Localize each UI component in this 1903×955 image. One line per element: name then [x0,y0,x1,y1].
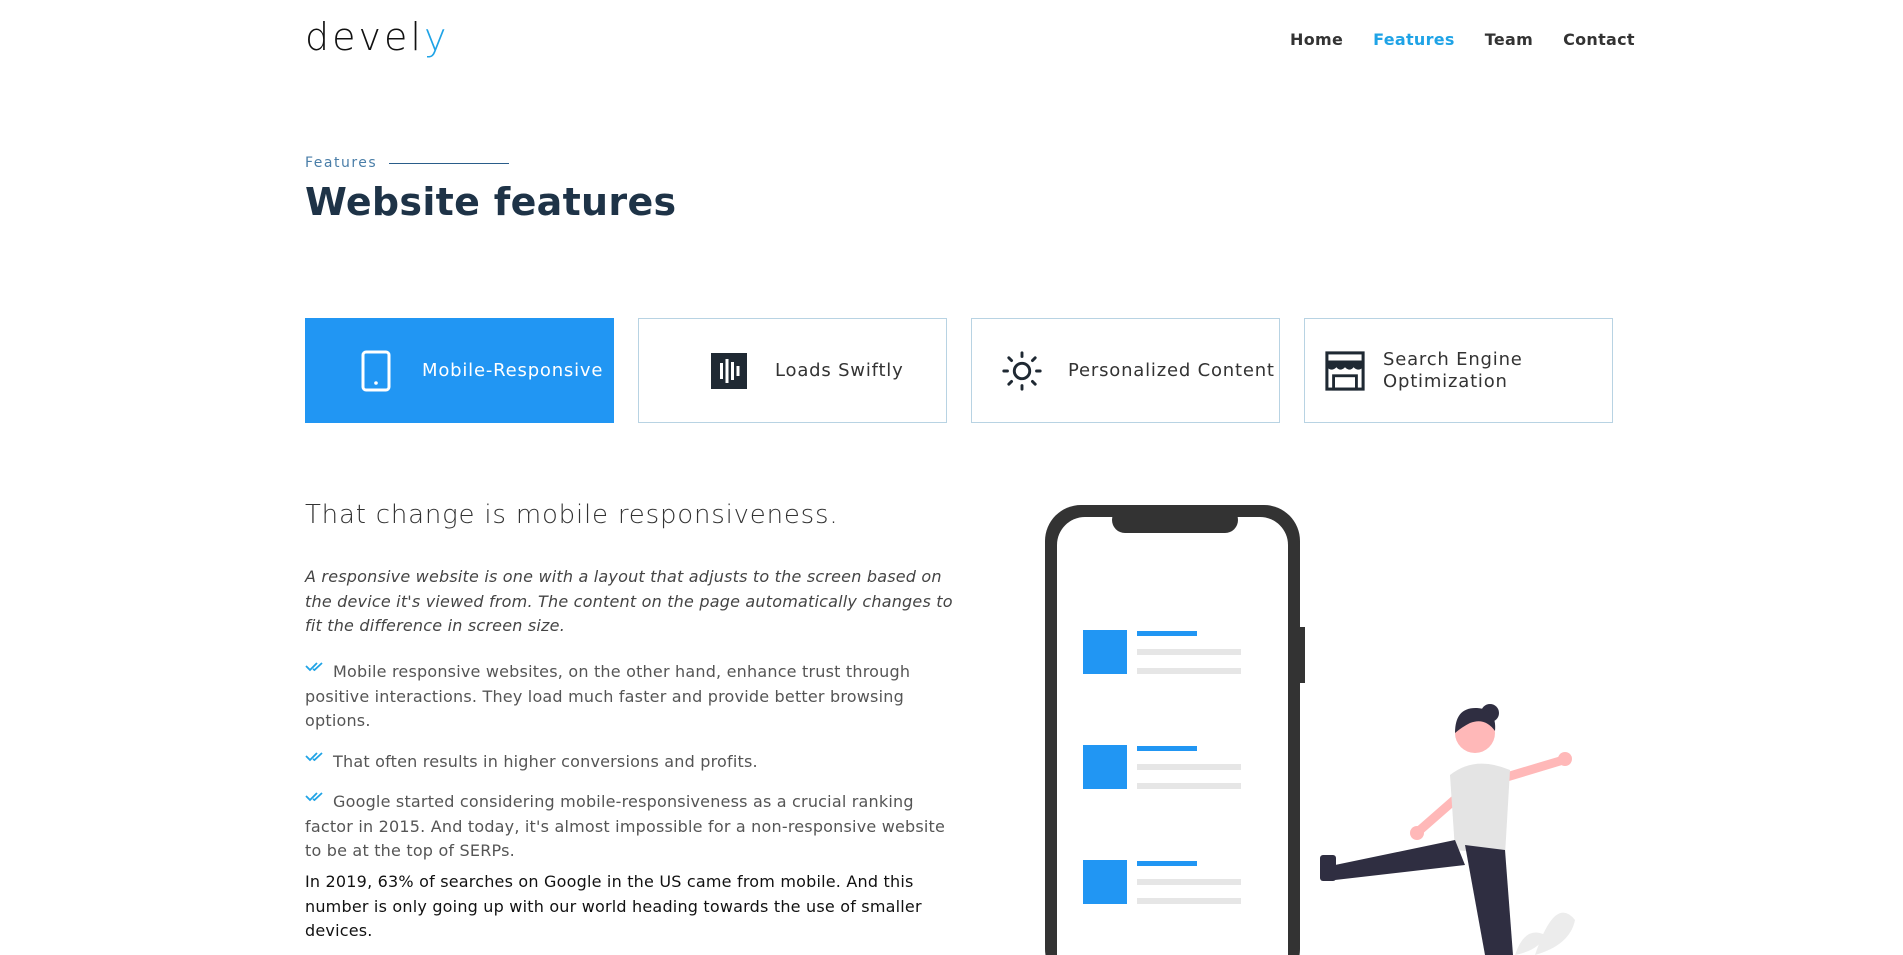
tab-loads-swiftly[interactable]: Loads Swiftly [638,318,947,423]
point-text: Google started considering mobile-respon… [305,792,946,860]
content-heading: That change is mobile responsiveness. [305,500,839,530]
feature-tabs: Mobile-Responsive Loads Swiftly Personal… [305,318,1613,423]
double-check-icon [305,751,323,761]
tab-label: Search Engine Optimization [1383,348,1523,392]
phone-illustration [1045,505,1575,955]
point-text: Mobile responsive websites, on the other… [305,662,911,730]
point-text: That often results in higher conversions… [333,751,758,771]
tab-search-engine-optimization[interactable]: Search Engine Optimization [1304,318,1613,423]
section-eyebrow: Features [305,155,510,171]
page: devely Home Features Team Contact Featur… [0,0,1903,955]
eyebrow-text: Features [305,155,378,171]
plant-leaves [1515,912,1575,955]
tab-label: Loads Swiftly [775,359,904,381]
phone-notch [1112,507,1238,533]
nav-features[interactable]: Features [1373,30,1455,49]
double-check-icon [305,792,323,802]
closing-paragraph: In 2019, 63% of searches on Google in th… [305,872,922,940]
list-item: Mobile responsive websites, on the other… [305,660,955,734]
phone-side-button [1300,627,1305,683]
sun-icon [1002,350,1042,392]
double-check-icon [305,662,323,672]
list-item: Google started considering mobile-respon… [305,790,955,864]
tab-label: Personalized Content [1068,359,1275,381]
tab-mobile-responsive[interactable]: Mobile-Responsive [305,318,614,423]
smartphone-icon [356,350,396,392]
intro-paragraph: A responsive website is one with a layou… [305,567,953,635]
nav-home[interactable]: Home [1290,30,1343,49]
logo-main: devel [305,15,424,59]
feature-points: Mobile responsive websites, on the other… [305,660,955,880]
logo[interactable]: devely [305,18,449,56]
tab-label: Mobile-Responsive [422,359,604,381]
nav-team[interactable]: Team [1485,30,1533,49]
main-nav: Home Features Team Contact [1290,30,1635,49]
audio-bars-icon [709,350,749,392]
list-item: That often results in higher conversions… [305,750,955,775]
section-title: Website features [305,180,677,224]
storefront-icon [1325,350,1365,392]
eyebrow-divider [389,162,510,164]
logo-accent: y [423,15,450,59]
person-figure [1320,704,1572,955]
nav-contact[interactable]: Contact [1563,30,1635,49]
tab-personalized-content[interactable]: Personalized Content [971,318,1280,423]
